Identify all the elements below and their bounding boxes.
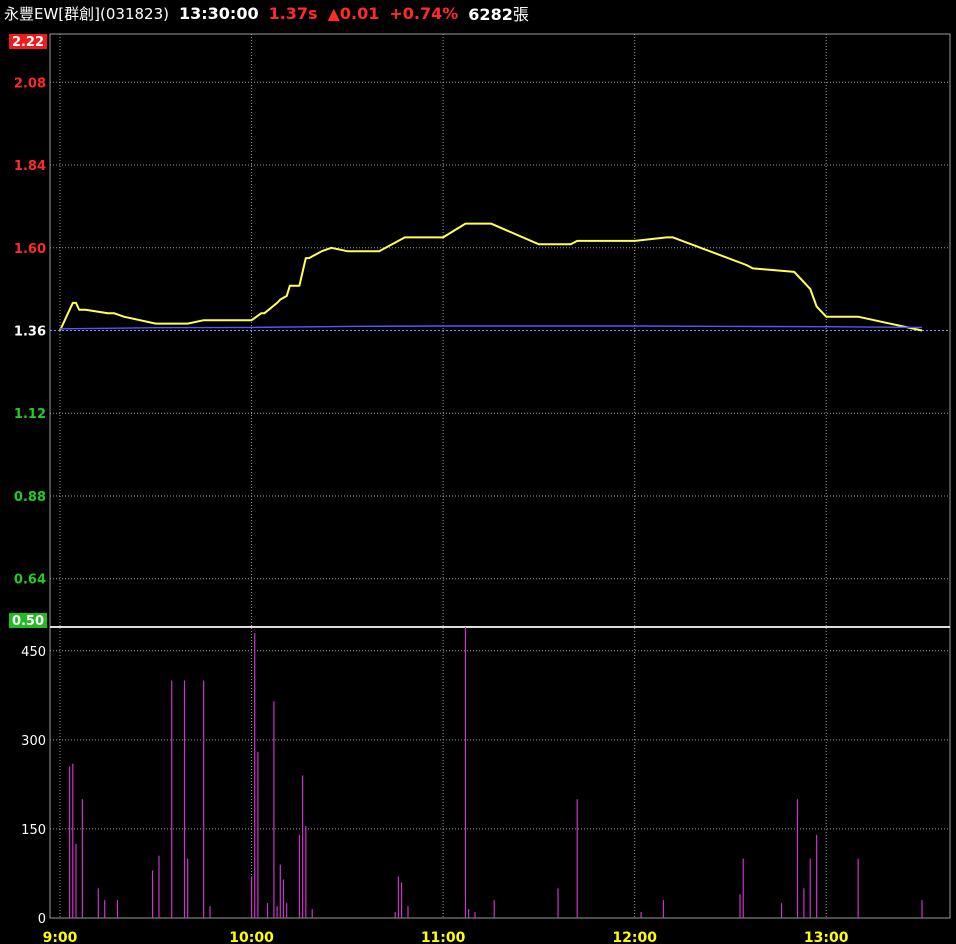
volume-tick-label: 150 xyxy=(21,823,46,838)
volume-tick-label: 300 xyxy=(21,734,46,749)
average-price-line xyxy=(59,325,923,330)
y-tick-label: 0.50 xyxy=(12,614,44,629)
axis-labels: 9:00 10:00 11:00 12:00 13:00 2.22 2.08 1.84 1.60… xyxy=(9,34,849,944)
volume-bars xyxy=(68,627,923,918)
y-tick-label: 0.64 xyxy=(14,573,46,588)
y-tick-label: 1.12 xyxy=(14,407,46,422)
x-tick-label: 13:00 xyxy=(804,930,849,944)
x-tick-label: 12:00 xyxy=(612,930,657,944)
price-line xyxy=(59,222,923,332)
y-tick-label: 1.36 xyxy=(14,325,46,340)
y-tick-label: 0.88 xyxy=(14,490,46,505)
x-tick-label: 10:00 xyxy=(229,930,274,944)
x-tick-label: 9:00 xyxy=(43,930,78,944)
y-tick-label: 2.08 xyxy=(14,76,46,91)
price-lines xyxy=(59,222,923,332)
volume-tick-label: 450 xyxy=(21,645,46,660)
y-tick-label: 1.84 xyxy=(14,159,46,174)
y-tick-label: 2.22 xyxy=(12,35,44,50)
volume-tick-label: 0 xyxy=(38,912,46,927)
y-tick-label: 1.60 xyxy=(14,242,46,257)
x-tick-label: 11:00 xyxy=(421,930,466,944)
intraday-chart: 9:00 10:00 11:00 12:00 13:00 2.22 2.08 1.84 1.60… xyxy=(9,33,951,944)
